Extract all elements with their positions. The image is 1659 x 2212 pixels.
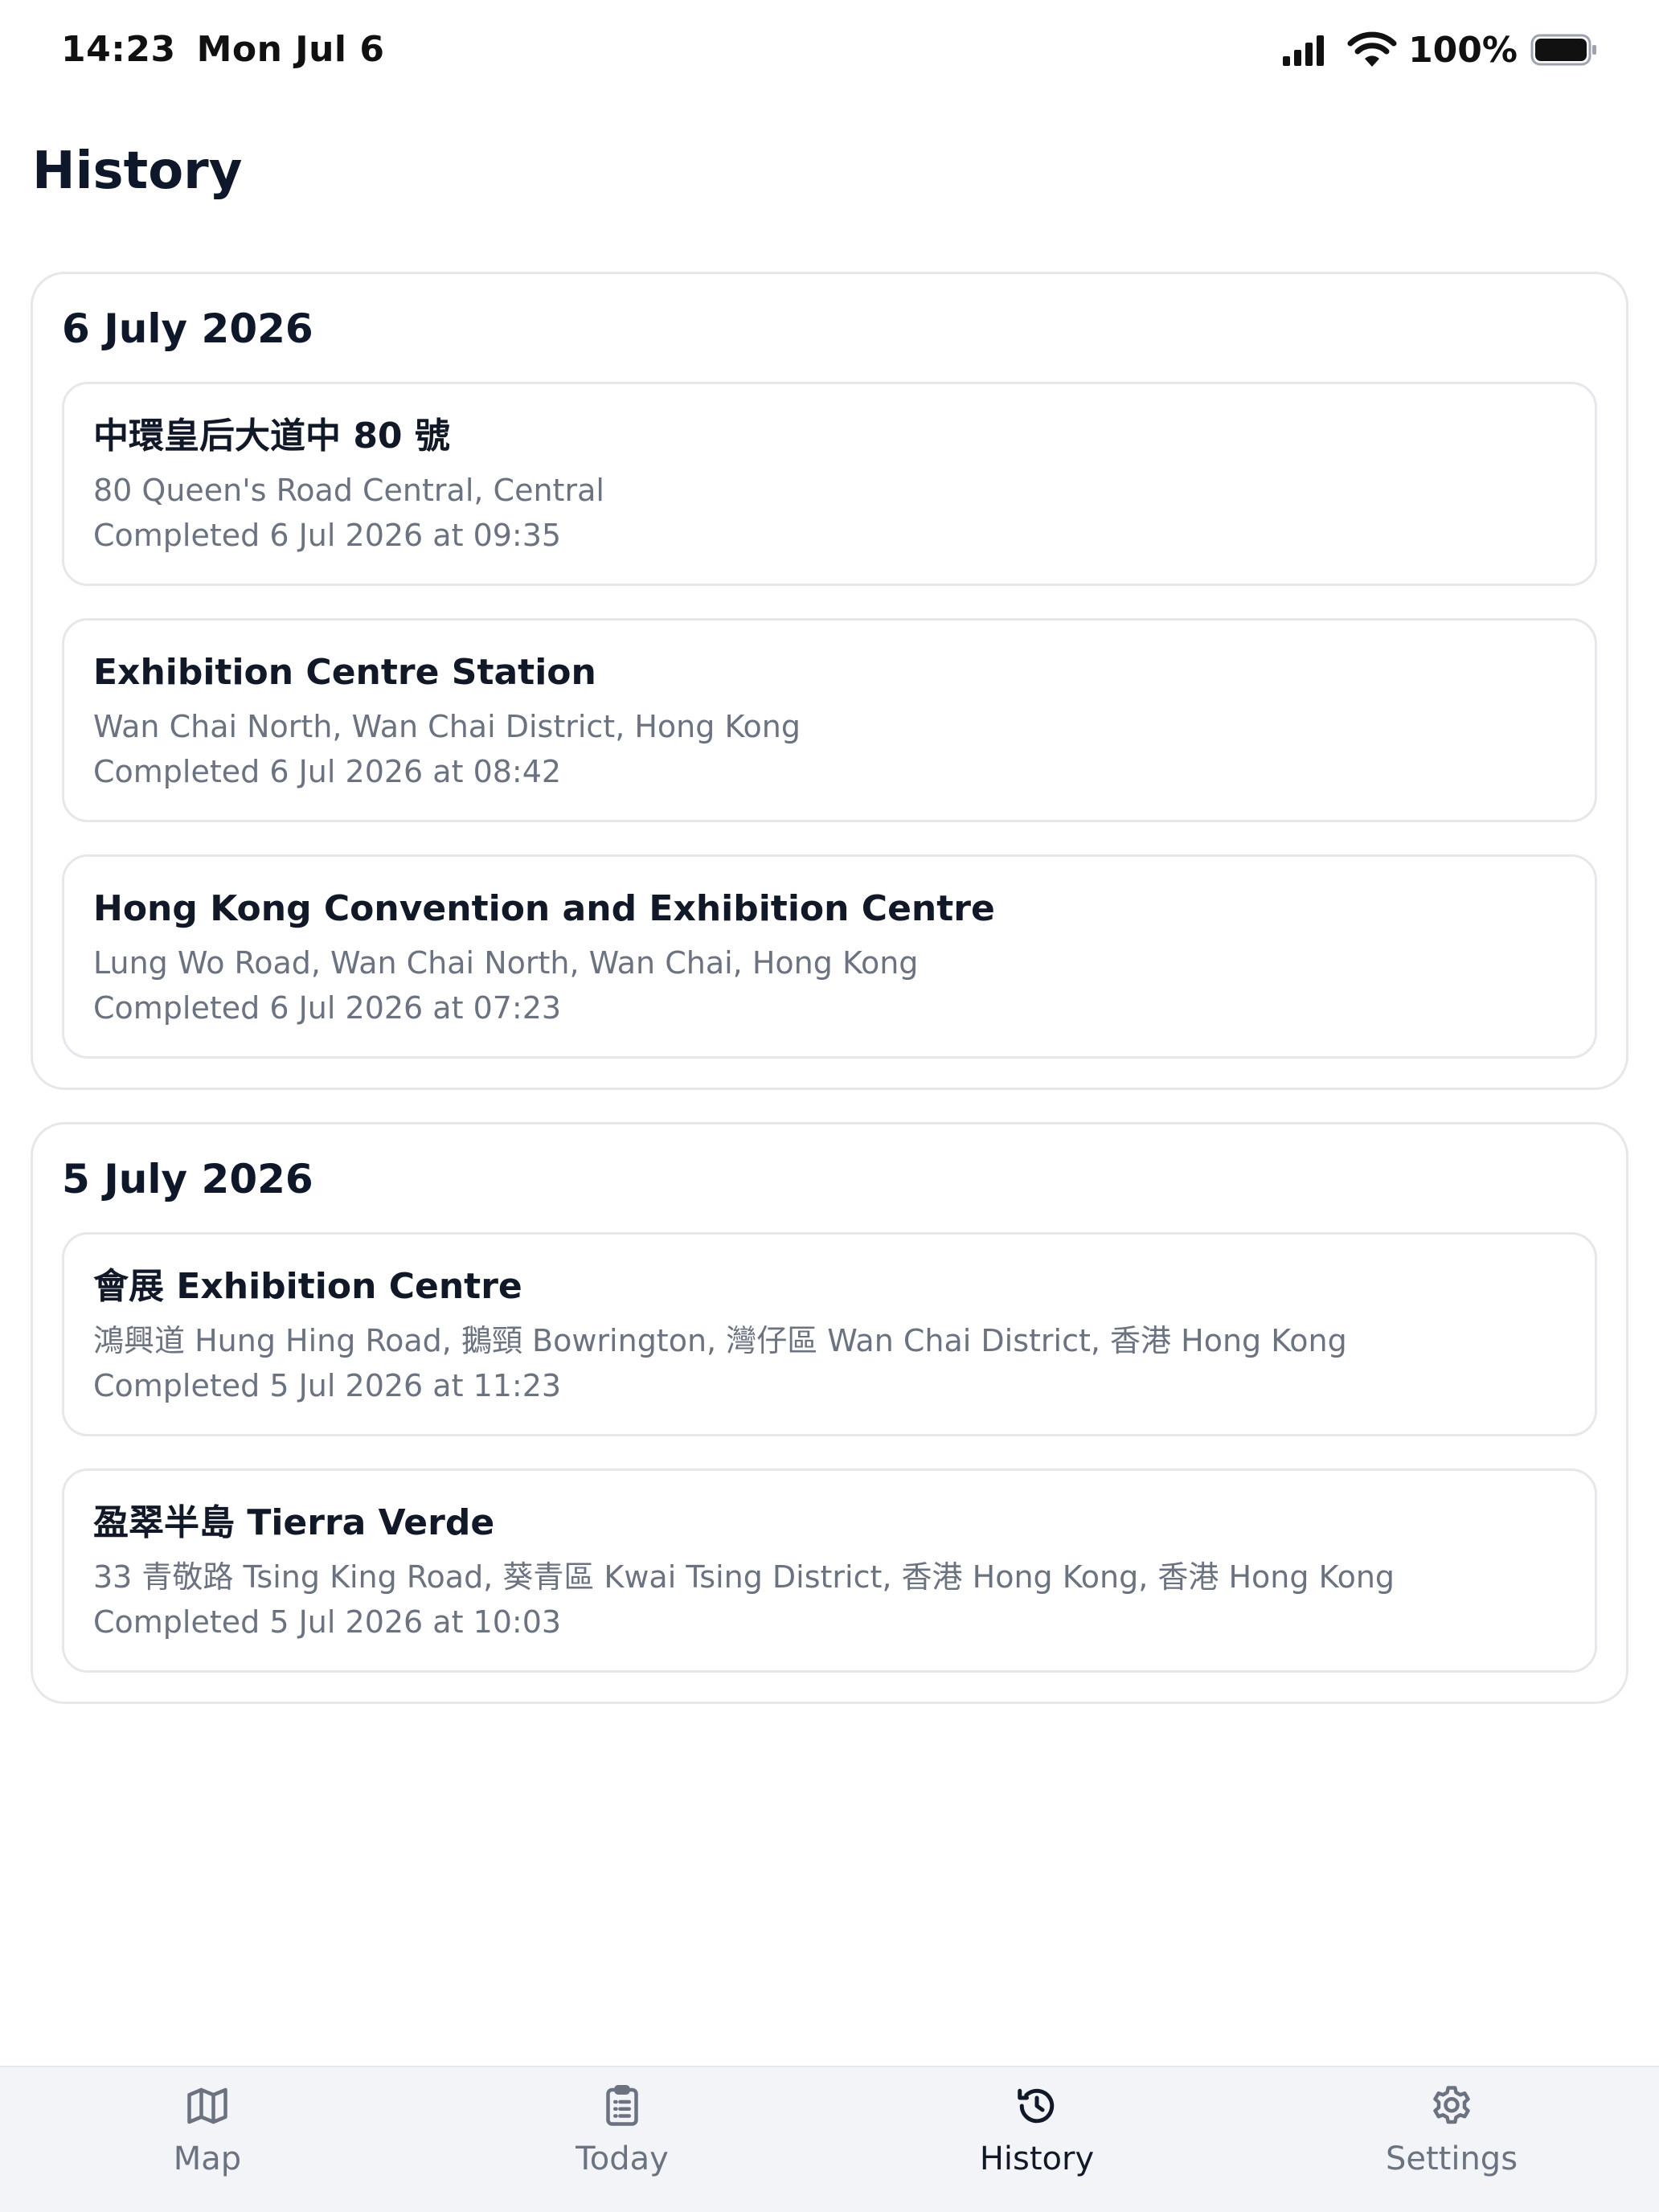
gear-icon [1433,2086,1470,2124]
status-bar: 14:23 Mon Jul 6 100% [0,0,1659,104]
status-date: Mon Jul 6 [196,29,385,70]
history-icon [1018,2088,1055,2124]
battery-icon [1530,34,1596,66]
history-item[interactable]: Exhibition Centre Station Wan Chai North… [62,618,1597,822]
item-completed: Completed 6 Jul 2026 at 09:35 [93,518,562,553]
cellular-signal-icon [1283,35,1325,66]
item-completed: Completed 6 Jul 2026 at 08:42 [93,754,562,789]
map-icon [187,2087,227,2124]
page-title: History [32,141,243,201]
item-title: 會展 Exhibition Centre [93,1266,522,1307]
tab-label: Map [173,2140,242,2177]
tab-bar: Map Today History Settings [0,2066,1659,2212]
history-item[interactable]: 盈翠半島 Tierra Verde 33 青敬路 Tsing King Road… [62,1469,1597,1673]
clipboard-icon [606,2085,638,2126]
item-completed: Completed 6 Jul 2026 at 07:23 [93,990,562,1026]
tab-label: Settings [1385,2140,1518,2177]
item-address: 33 青敬路 Tsing King Road, 葵青區 Kwai Tsing D… [93,1559,1395,1595]
tab-settings[interactable]: Settings [1244,2067,1659,2212]
group-date: 5 July 2026 [62,1156,313,1202]
history-item[interactable]: 中環皇后大道中 80 號 80 Queen's Road Central, Ce… [62,382,1597,586]
item-address: 鴻興道 Hung Hing Road, 鵝頸 Bowrington, 灣仔區 W… [93,1323,1347,1358]
item-title: Hong Kong Convention and Exhibition Cent… [93,888,995,929]
group-date: 6 July 2026 [62,305,313,352]
battery-percent: 100% [1408,29,1518,71]
status-time-date: 14:23 Mon Jul 6 [61,29,384,70]
history-list: 6 July 2026 中環皇后大道中 80 號 80 Queen's Road… [31,272,1628,1736]
item-completed: Completed 5 Jul 2026 at 11:23 [93,1368,562,1403]
tab-label: Today [576,2140,669,2177]
item-address: Wan Chai North, Wan Chai District, Hong … [93,709,801,744]
status-indicators: 100% [1281,27,1598,72]
history-item[interactable]: Hong Kong Convention and Exhibition Cent… [62,854,1597,1059]
tab-map[interactable]: Map [0,2067,415,2212]
status-time: 14:23 [61,29,176,70]
item-address: Lung Wo Road, Wan Chai North, Wan Chai, … [93,945,919,981]
tab-label: History [979,2140,1095,2177]
history-item[interactable]: 會展 Exhibition Centre 鴻興道 Hung Hing Road,… [62,1232,1597,1436]
history-group: 5 July 2026 會展 Exhibition Centre 鴻興道 Hun… [31,1122,1628,1704]
item-title: 中環皇后大道中 80 號 [93,416,450,457]
item-title: Exhibition Centre Station [93,652,596,693]
tab-history[interactable]: History [830,2067,1244,2212]
item-completed: Completed 5 Jul 2026 at 10:03 [93,1604,562,1640]
tab-today[interactable]: Today [415,2067,830,2212]
item-title: 盈翠半島 Tierra Verde [93,1502,495,1543]
history-screen: 14:23 Mon Jul 6 100% History 6 July 2026… [0,0,1659,2212]
history-group: 6 July 2026 中環皇后大道中 80 號 80 Queen's Road… [31,272,1628,1090]
wifi-icon [1347,31,1397,67]
item-address: 80 Queen's Road Central, Central [93,473,604,508]
